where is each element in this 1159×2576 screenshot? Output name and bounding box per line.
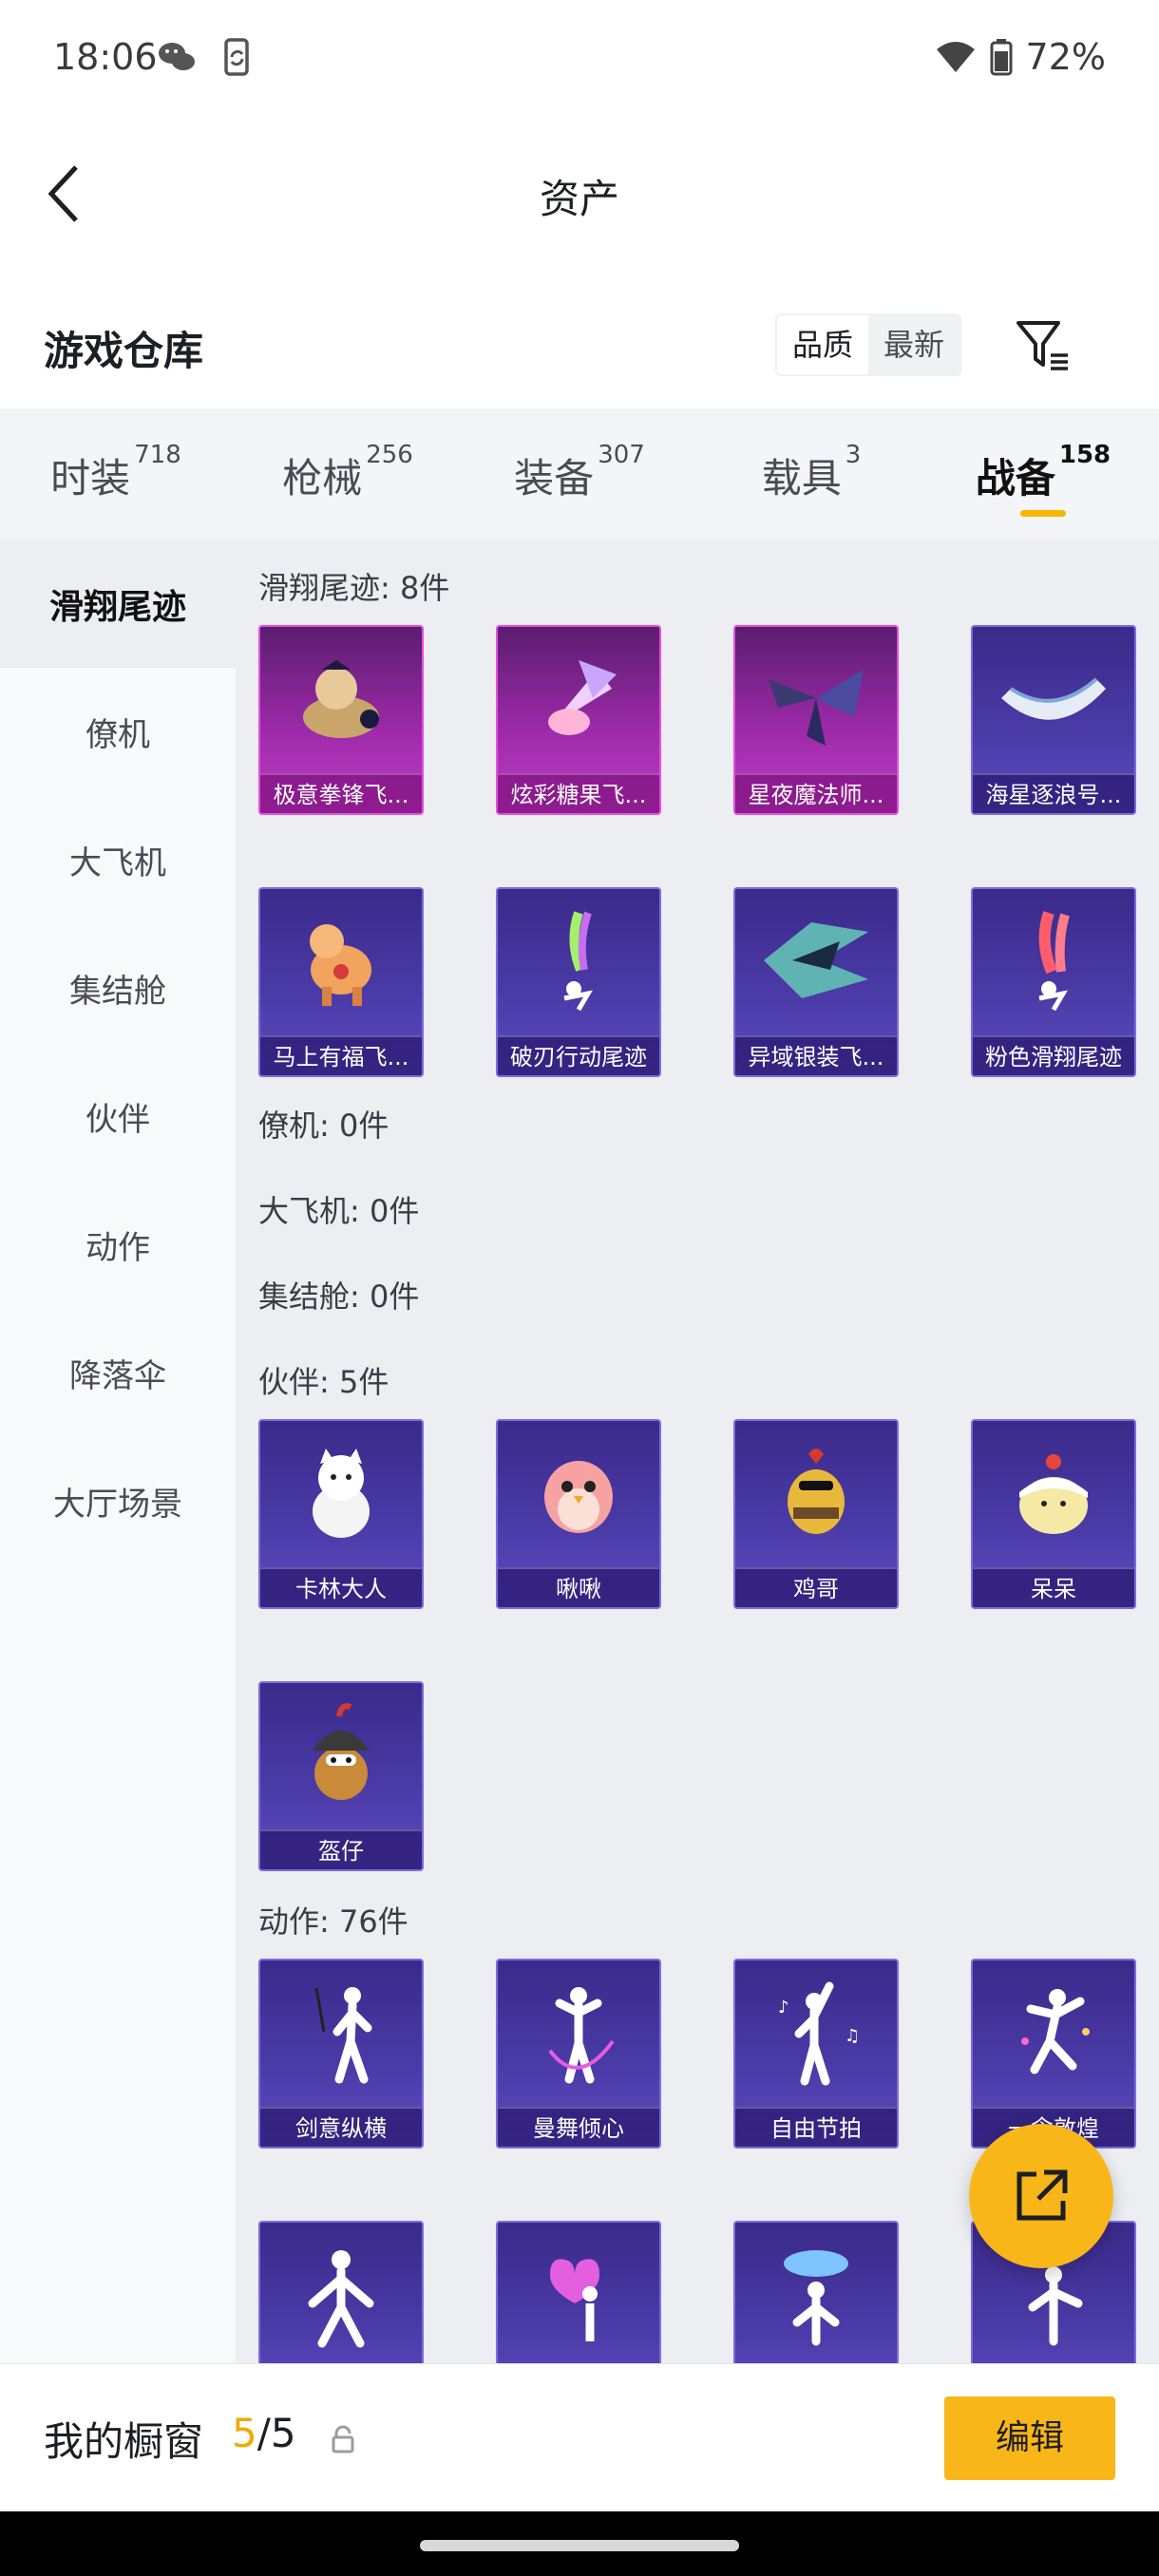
item-art-smoke-trail [498, 889, 659, 1032]
item-card[interactable]: 炫彩糖果飞... [496, 625, 661, 815]
status-right: 72% [935, 36, 1106, 78]
tab-prep[interactable]: 战备 158 [927, 408, 1159, 540]
item-card[interactable] [733, 2221, 899, 2363]
item-art-pink-trail [973, 889, 1134, 1032]
showcase-bar: 我的橱窗 5/5 编辑 [0, 2363, 1159, 2511]
item-art-horse-glider [260, 889, 422, 1032]
category-tabs: 时装 718 枪械 256 装备 307 载具 3 战备 158 [0, 408, 1159, 540]
svg-text:♫: ♫ [845, 2026, 860, 2046]
lock-icon [332, 2425, 354, 2453]
item-art-cat-partner [260, 1421, 422, 1563]
item-art-helmet-partner [260, 1683, 422, 1826]
sidebar: 滑翔尾迹 僚机 大飞机 集结舱 伙伴 动作 降落伞 大厅场景 [0, 540, 236, 2363]
svg-text:♪: ♪ [778, 1998, 789, 2017]
item-art-chick-partner [973, 1421, 1134, 1563]
item-card[interactable]: 曼舞倾心 [496, 1959, 661, 2149]
sort-quality-button[interactable]: 品质 [777, 315, 869, 374]
item-art-cloud-pose [735, 2223, 897, 2363]
item-card[interactable] [496, 2221, 661, 2363]
item-card[interactable]: 盔仔 [258, 1681, 424, 1871]
showcase-label: 我的橱窗 [44, 2418, 204, 2465]
page-title: 资产 [539, 176, 619, 222]
item-art-silver-wings [735, 889, 897, 1032]
item-art-boxer-glider [260, 627, 422, 769]
item-art-candy-glider [498, 627, 659, 769]
item-card[interactable]: 卡林大人 [258, 1419, 424, 1609]
active-tab-indicator [1020, 510, 1066, 517]
item-art-action-pose [260, 2223, 422, 2363]
sidebar-item-glide-trail[interactable]: 滑翔尾迹 [0, 540, 236, 668]
section-label-big-plane: 大飞机: 0件 [258, 1193, 420, 1229]
warehouse-bar: 游戏仓库 品质 最新 [0, 270, 1159, 408]
home-gesture-pill[interactable] [420, 2540, 739, 2551]
section-label-pod: 集结舱: 0件 [258, 1279, 420, 1315]
item-art-bird-partner [498, 1421, 659, 1563]
item-card[interactable]: ♪ ♫ 自由节拍 [733, 1959, 899, 2149]
sidebar-item-partner[interactable]: 伙伴 [0, 1052, 236, 1181]
item-card[interactable]: 剑意纵横 [258, 1959, 424, 2149]
item-card[interactable]: 啾啾 [496, 1419, 661, 1609]
item-art-sword-pose [260, 1960, 422, 2103]
sort-toggle: 品质 最新 [775, 313, 962, 376]
battery-percent: 72% [1025, 36, 1106, 78]
item-card[interactable]: 呆呆 [971, 1419, 1136, 1609]
battery-icon [990, 39, 1013, 76]
item-art-dunhuang-pose [973, 1960, 1134, 2103]
share-button[interactable] [969, 2124, 1113, 2268]
item-card[interactable]: 破刃行动尾迹 [496, 887, 661, 1077]
section-label-wingman: 僚机: 0件 [258, 1108, 390, 1144]
wifi-icon [936, 42, 975, 72]
sidebar-item-pod[interactable]: 集结舱 [0, 924, 236, 1052]
sidebar-item-lobby-scene[interactable]: 大厅场景 [0, 1437, 236, 1565]
item-card[interactable]: 粉色滑翔尾迹 [971, 887, 1136, 1077]
status-bar: 18:06 72% [0, 0, 1159, 118]
item-card[interactable]: 一念敦煌 [971, 1959, 1136, 2149]
item-art-dance-pose [498, 1960, 659, 2103]
tab-guns[interactable]: 枪械 256 [232, 408, 464, 540]
tab-vehicles[interactable]: 载具 3 [695, 408, 927, 540]
item-art-heart-pose [498, 2223, 659, 2363]
sidebar-item-wingman[interactable]: 僚机 [0, 668, 236, 796]
section-label-glide: 滑翔尾迹: 8件 [258, 570, 450, 606]
app-header: 资产 [0, 118, 1159, 270]
sidebar-item-big-plane[interactable]: 大飞机 [0, 796, 236, 924]
phone-sync-icon [224, 38, 249, 76]
tab-fashion[interactable]: 时装 718 [0, 408, 232, 540]
tab-equipment[interactable]: 装备 307 [464, 408, 695, 540]
sidebar-item-action[interactable]: 动作 [0, 1181, 236, 1309]
external-link-icon [1016, 2169, 1068, 2221]
sort-newest-button[interactable]: 最新 [868, 315, 960, 374]
item-card[interactable] [258, 2221, 424, 2363]
system-nav-bar [0, 2511, 1159, 2576]
item-card[interactable]: 极意拳锋飞... [258, 625, 424, 815]
sidebar-item-parachute[interactable]: 降落伞 [0, 1309, 236, 1437]
filter-icon[interactable] [1013, 315, 1074, 376]
item-art-starry-mage [735, 627, 897, 769]
item-card[interactable]: 鸡哥 [733, 1419, 899, 1609]
item-card[interactable]: 马上有福飞... [258, 887, 424, 1077]
section-label-action: 动作: 76件 [258, 1904, 408, 1940]
item-art-starfish-boat [973, 627, 1134, 769]
item-art-free-beat: ♪ ♫ [735, 1960, 897, 2103]
item-card[interactable]: 异域银装飞... [733, 887, 899, 1077]
wechat-icon [159, 43, 195, 70]
item-card[interactable]: 海星逐浪号... [971, 625, 1136, 815]
warehouse-title: 游戏仓库 [44, 328, 204, 374]
item-art-chicken-partner [735, 1421, 897, 1563]
item-grid: 滑翔尾迹: 8件 极意拳锋飞... 炫彩糖果飞... 星夜魔法师... 海星逐浪… [236, 540, 1159, 2363]
edit-button[interactable]: 编辑 [944, 2396, 1115, 2480]
status-time: 18:06 [53, 36, 158, 78]
section-label-partner: 伙伴: 5件 [258, 1364, 390, 1400]
showcase-count: 5/5 [232, 2410, 296, 2456]
item-card[interactable]: 星夜魔法师... [733, 625, 899, 815]
